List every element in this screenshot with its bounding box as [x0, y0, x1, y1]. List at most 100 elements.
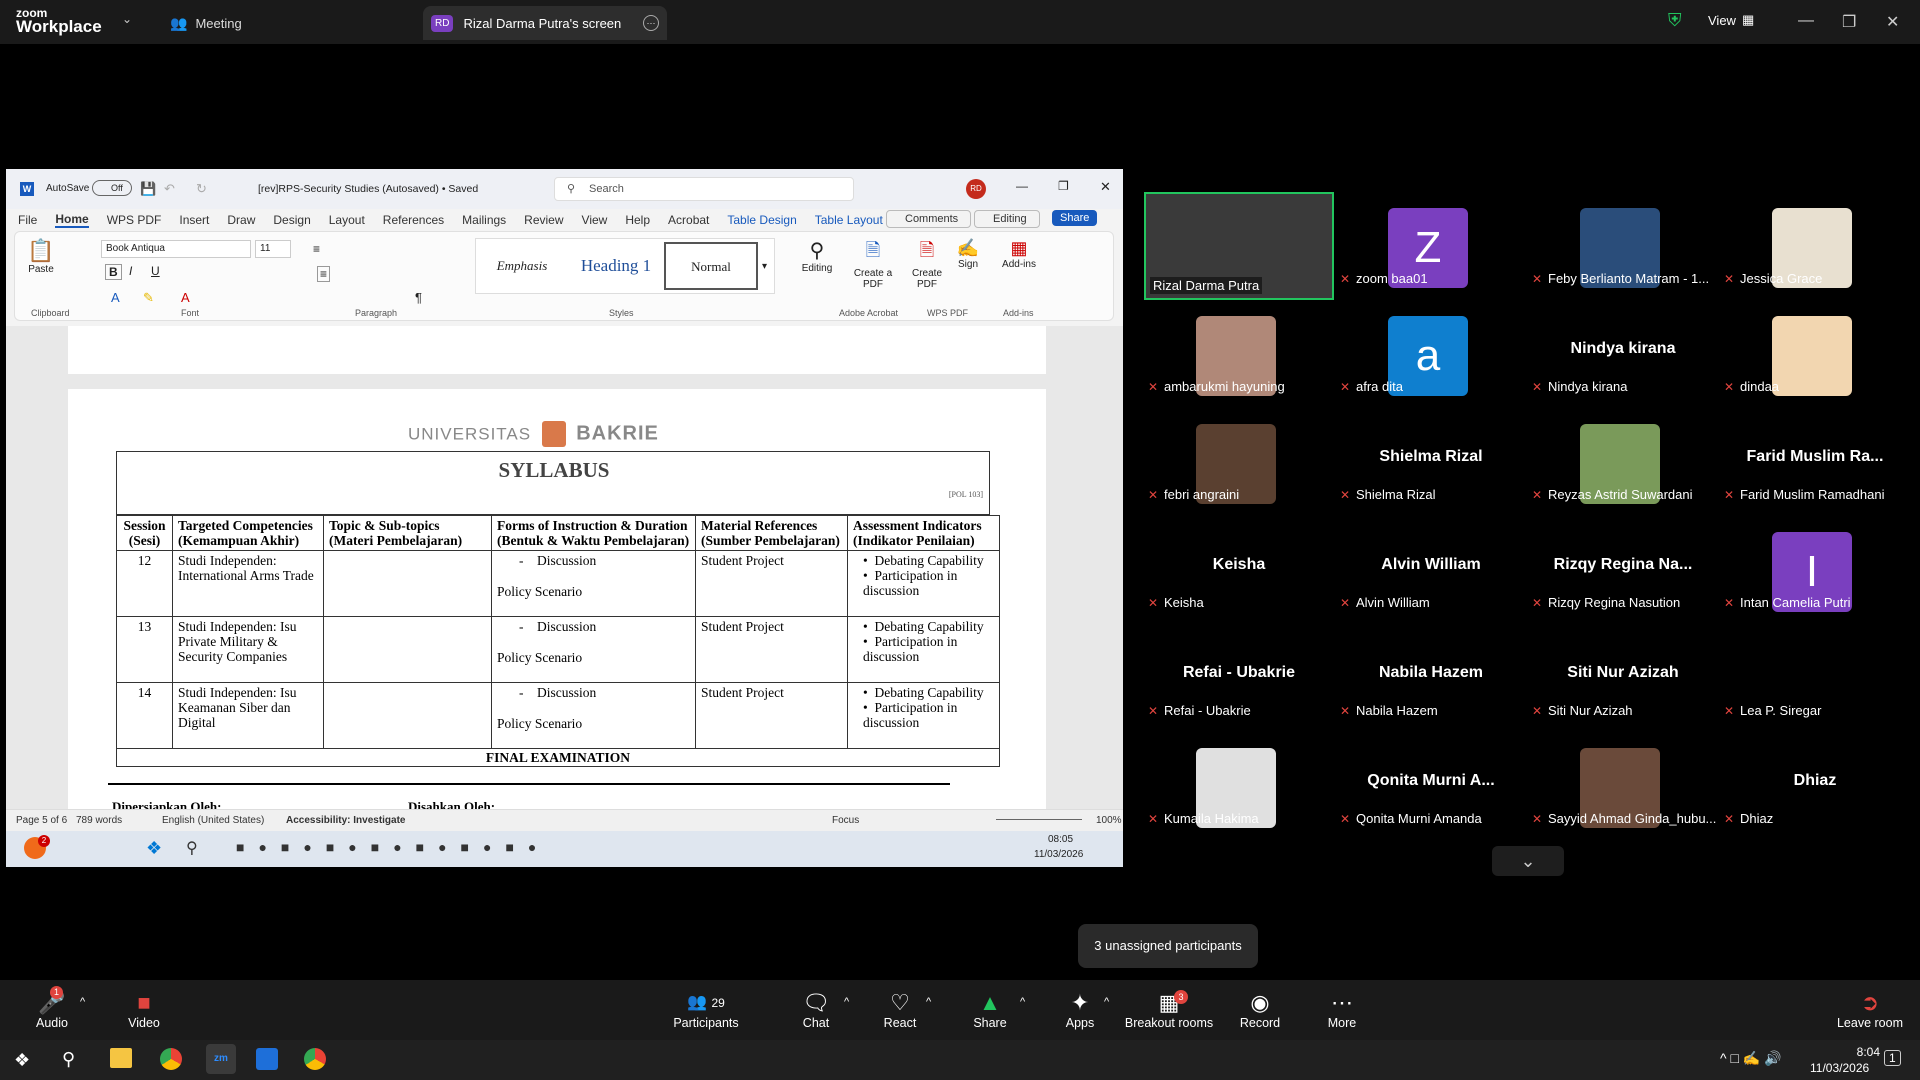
participant-tile[interactable]: Qonita Murni A... ✕ Qonita Murni Amanda: [1336, 734, 1526, 830]
ribbon-tab-insert[interactable]: Insert: [179, 213, 209, 227]
cell-indicators[interactable]: • Debating Capability • Participation in …: [847, 682, 1000, 749]
ribbon-tab-references[interactable]: References: [383, 213, 444, 227]
font-size-select[interactable]: 11: [255, 240, 291, 258]
chat-options-icon[interactable]: ^: [844, 996, 849, 1008]
grid-view-icon[interactable]: ▦: [1742, 12, 1754, 28]
user-avatar[interactable]: RD: [966, 179, 986, 199]
participant-tile[interactable]: ✕ ambarukmi hayuning: [1144, 302, 1334, 398]
final-exam-cell[interactable]: FINAL EXAMINATION: [116, 748, 1000, 767]
zoom-slider[interactable]: [996, 819, 1082, 820]
react-options-icon[interactable]: ^: [926, 996, 931, 1008]
ribbon-tab-table-design[interactable]: Table Design: [727, 213, 796, 227]
ribbon-tab-help[interactable]: Help: [625, 213, 650, 227]
underline-button[interactable]: U: [151, 264, 160, 278]
ribbon-tab-review[interactable]: Review: [524, 213, 563, 227]
chrome-icon[interactable]: [160, 1048, 182, 1070]
react-button[interactable]: ♡ React: [880, 980, 920, 1040]
shield-icon[interactable]: ⛨: [1668, 10, 1682, 31]
bold-button[interactable]: B: [105, 264, 122, 280]
chat-button[interactable]: 🗨 Chat: [796, 980, 836, 1040]
ribbon-tab-draw[interactable]: Draw: [227, 213, 255, 227]
ribbon-tab-mailings[interactable]: Mailings: [462, 213, 506, 227]
participant-tile[interactable]: I ✕ Intan Camelia Putri: [1720, 518, 1910, 614]
styles-more-icon[interactable]: ▾: [762, 261, 767, 272]
participant-tile[interactable]: Rizal Darma Putra: [1144, 192, 1334, 300]
participants-button[interactable]: 👥 29 Participants: [670, 980, 742, 1040]
app-icon[interactable]: [256, 1048, 278, 1070]
leave-room-button[interactable]: ➲ Leave room: [1832, 980, 1908, 1040]
participant-tile[interactable]: Dhiaz ✕ Dhiaz: [1720, 734, 1910, 830]
ribbon-tab-file[interactable]: File: [18, 213, 37, 227]
status-page[interactable]: Page 5 of 6: [16, 815, 67, 826]
windows-start-icon[interactable]: ❖: [14, 1050, 30, 1071]
participant-tile[interactable]: Nindya kirana ✕ Nindya kirana: [1528, 302, 1718, 398]
document-title[interactable]: [rev]RPS-Security Studies (Autosaved) • …: [258, 183, 478, 195]
ribbon-tab-design[interactable]: Design: [273, 213, 310, 227]
style-emphasis[interactable]: Emphasis: [476, 258, 568, 274]
chrome-profile-icon[interactable]: [304, 1048, 326, 1070]
sign-button[interactable]: ✍ Sign: [953, 238, 983, 270]
participant-tile[interactable]: ✕ dindaa: [1720, 302, 1910, 398]
cell-competency[interactable]: Studi Independen: Isu Private Military &…: [172, 616, 324, 683]
tray-icons[interactable]: ^ □ ✍ 🔊: [1720, 1050, 1782, 1067]
apps-button[interactable]: ✦ Apps: [1060, 980, 1100, 1040]
participant-tile[interactable]: Nabila Hazem ✕ Nabila Hazem: [1336, 626, 1526, 722]
search-box[interactable]: ⚲ Search: [554, 177, 854, 201]
cell-session[interactable]: 12: [116, 550, 173, 617]
participant-tile[interactable]: ✕ Kumaila Hakima: [1144, 734, 1334, 830]
wps-create-pdf-button[interactable]: 🗎 Create PDF: [907, 238, 947, 290]
participant-tile[interactable]: Farid Muslim Ra... ✕ Farid Muslim Ramadhan…: [1720, 410, 1910, 506]
autosave-toggle[interactable]: Off: [92, 180, 132, 196]
ribbon-tab-table-layout[interactable]: Table Layout: [815, 213, 883, 227]
undo-icon[interactable]: ↶: [164, 181, 175, 197]
style-heading-1[interactable]: Heading 1: [568, 256, 664, 276]
ribbon-tab-layout[interactable]: Layout: [329, 213, 365, 227]
highlight-icon[interactable]: ✎: [143, 290, 154, 306]
participant-tile[interactable]: ✕ Reyzas Astrid Suwardani: [1528, 410, 1718, 506]
bullets-icon[interactable]: ≡: [313, 242, 320, 256]
minimize-icon[interactable]: —: [1798, 12, 1814, 30]
cell-indicators[interactable]: • Debating Capability • Participation in …: [847, 550, 1000, 617]
ribbon-tab-home[interactable]: Home: [55, 212, 89, 228]
cell-reference[interactable]: Student Project: [695, 616, 848, 683]
status-zoom[interactable]: 100%: [1096, 815, 1122, 826]
participant-tile[interactable]: ✕ febri angraini: [1144, 410, 1334, 506]
participant-tile[interactable]: Rizqy Regina Na... ✕ Rizqy Regina Nasution: [1528, 518, 1718, 614]
participant-tile[interactable]: a ✕ afra dita: [1336, 302, 1526, 398]
participant-tile[interactable]: Siti Nur Azizah ✕ Siti Nur Azizah: [1528, 626, 1718, 722]
cell-topic[interactable]: [323, 682, 492, 749]
status-accessibility[interactable]: Accessibility: Investigate: [286, 815, 406, 826]
clock-date[interactable]: 11/03/2026: [1810, 1061, 1869, 1075]
tab-meeting[interactable]: 👥 Meeting: [170, 6, 400, 40]
cell-forms[interactable]: - Discussion Policy Scenario: [491, 616, 696, 683]
participant-tile[interactable]: ✕ Jessica Grace: [1720, 194, 1910, 290]
share-screen-button[interactable]: ▲ Share: [970, 980, 1010, 1040]
text-effects-icon[interactable]: A: [111, 290, 120, 305]
chevron-down-icon[interactable]: ⌄: [1492, 846, 1564, 876]
share-button[interactable]: Share: [1052, 210, 1098, 226]
participant-tile[interactable]: ✕ Sayyid Ahmad Ginda_hubu...: [1528, 734, 1718, 830]
cell-session[interactable]: 14: [116, 682, 173, 749]
font-color-icon[interactable]: A: [181, 290, 190, 305]
status-words[interactable]: 789 words: [76, 815, 122, 826]
redo-icon[interactable]: ↻: [196, 181, 207, 197]
cell-competency[interactable]: Studi Independen: International Arms Tra…: [172, 550, 324, 617]
style-normal[interactable]: Normal: [664, 242, 758, 290]
ribbon-tab-wps-pdf[interactable]: WPS PDF: [107, 213, 162, 227]
save-icon[interactable]: 💾: [140, 181, 156, 197]
cell-indicators[interactable]: • Debating Capability • Participation in …: [847, 616, 1000, 683]
file-explorer-icon[interactable]: [110, 1048, 132, 1068]
cell-forms[interactable]: - Discussion Policy Scenario: [491, 682, 696, 749]
editing-mode-button[interactable]: Editing: [974, 210, 1040, 228]
addins-button[interactable]: ▦ Add-ins: [999, 238, 1039, 270]
participant-tile[interactable]: ✕ Feby Berlianto Matram - 1...: [1528, 194, 1718, 290]
clock-time[interactable]: 8:04: [1820, 1045, 1880, 1059]
word-restore-icon[interactable]: ❐: [1058, 179, 1069, 193]
video-button[interactable]: ■ Video: [122, 980, 166, 1040]
tab-shared-screen[interactable]: RD Rizal Darma Putra's screen ⋯: [423, 6, 667, 40]
audio-options-icon[interactable]: ^: [80, 996, 85, 1008]
record-button[interactable]: ◉ Record: [1238, 980, 1282, 1040]
view-button[interactable]: View: [1708, 13, 1736, 28]
comments-button[interactable]: Comments: [886, 210, 972, 228]
cell-topic[interactable]: [323, 616, 492, 683]
